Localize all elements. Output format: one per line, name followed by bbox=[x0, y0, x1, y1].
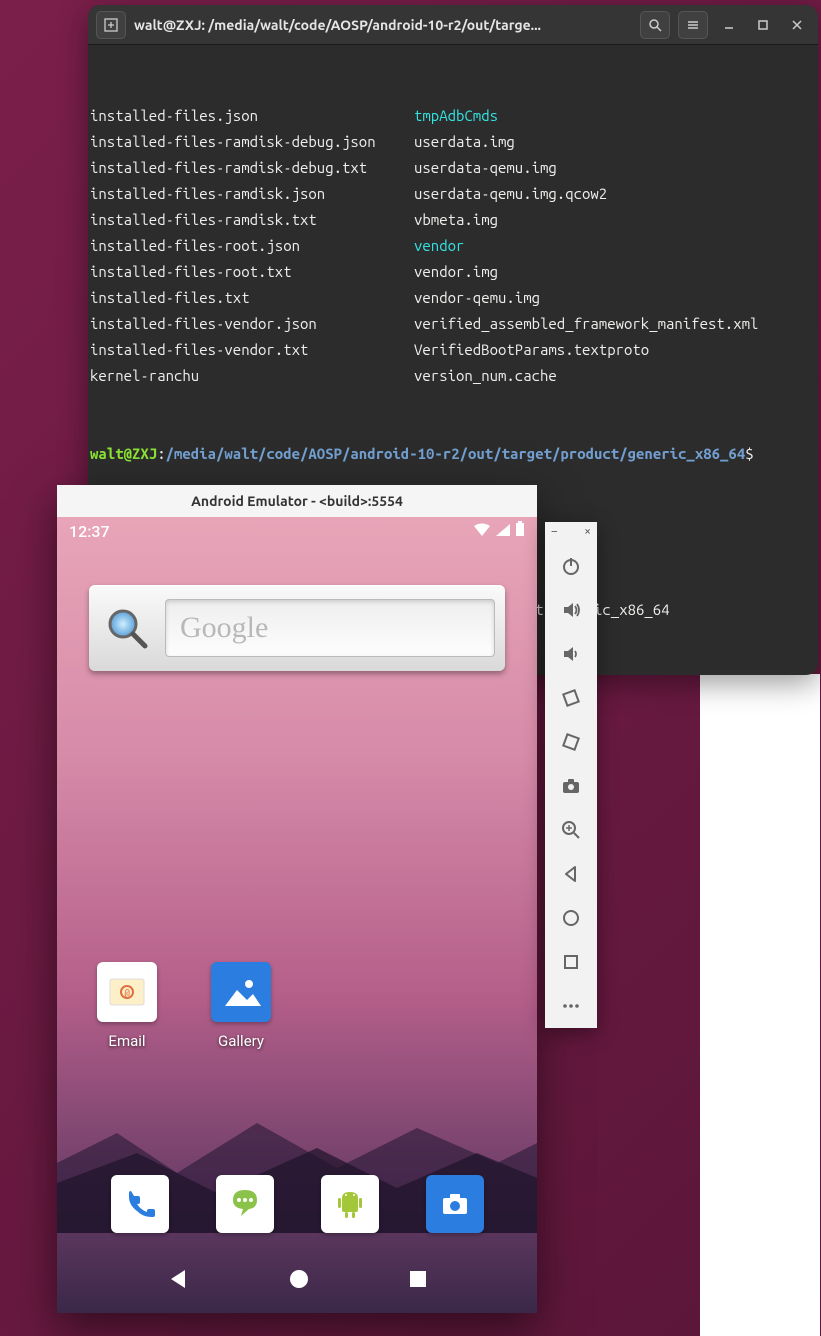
file-entry: installed-files.txt bbox=[90, 285, 414, 311]
emulator-title: Android Emulator - <build>:5554 bbox=[57, 485, 537, 517]
nav-bar bbox=[57, 1249, 537, 1313]
terminal-title: walt@ZXJ: /media/walt/code/AOSP/android-… bbox=[134, 17, 632, 33]
dock-phone[interactable] bbox=[111, 1175, 169, 1233]
file-entry: installed-files-vendor.json bbox=[90, 311, 414, 337]
nav-recent[interactable] bbox=[407, 1268, 429, 1294]
file-entry: installed-files-root.json bbox=[90, 233, 414, 259]
home-button[interactable] bbox=[552, 896, 590, 940]
app-label: Gallery bbox=[218, 1032, 264, 1050]
rotate-right-button[interactable] bbox=[552, 720, 590, 764]
dock-messages[interactable] bbox=[216, 1175, 274, 1233]
svg-text:@: @ bbox=[124, 987, 130, 998]
file-entry: version_num.cache bbox=[414, 363, 557, 389]
minimize-button[interactable] bbox=[716, 12, 742, 38]
emulator-screen[interactable]: 12:37 Google @ Email bbox=[57, 517, 537, 1313]
nav-home[interactable] bbox=[287, 1267, 311, 1295]
file-entry: vbmeta.img bbox=[414, 207, 498, 233]
prompt-user: walt@ZXJ bbox=[90, 445, 157, 462]
signal-icon bbox=[495, 522, 511, 541]
file-entry: vendor-qemu.img bbox=[414, 285, 540, 311]
prompt-path: /media/walt/code/AOSP/android-10-r2/out/… bbox=[166, 445, 746, 462]
new-tab-button[interactable] bbox=[96, 11, 126, 39]
screenshot-button[interactable] bbox=[552, 764, 590, 808]
app-label: Email bbox=[108, 1032, 145, 1050]
search-widget[interactable]: Google bbox=[89, 585, 505, 671]
file-entry: vendor bbox=[414, 233, 464, 259]
file-entry: userdata-qemu.img bbox=[414, 155, 557, 181]
menu-button[interactable] bbox=[678, 11, 708, 39]
search-icon bbox=[99, 600, 155, 656]
rotate-left-button[interactable] bbox=[552, 676, 590, 720]
terminal-titlebar: walt@ZXJ: /media/walt/code/AOSP/android-… bbox=[88, 5, 818, 45]
file-entry: kernel-ranchu bbox=[90, 363, 414, 389]
back-button[interactable] bbox=[552, 852, 590, 896]
file-entry: verified_assembled_framework_manifest.xm… bbox=[414, 311, 758, 337]
file-entry: tmpAdbCmds bbox=[414, 103, 498, 129]
zoom-button[interactable] bbox=[552, 808, 590, 852]
clock: 12:37 bbox=[69, 522, 110, 541]
dock bbox=[57, 1175, 537, 1233]
volume-down-button[interactable] bbox=[552, 632, 590, 676]
app-gallery[interactable]: Gallery bbox=[211, 962, 271, 1050]
file-entry: installed-files-ramdisk.json bbox=[90, 181, 414, 207]
battery-icon bbox=[515, 521, 525, 541]
dock-camera[interactable] bbox=[426, 1175, 484, 1233]
file-entry: installed-files-vendor.txt bbox=[90, 337, 414, 363]
volume-up-button[interactable] bbox=[552, 588, 590, 632]
file-entry: installed-files-ramdisk.txt bbox=[90, 207, 414, 233]
close-button[interactable] bbox=[784, 12, 810, 38]
search-button[interactable] bbox=[640, 11, 670, 39]
toolbar-close[interactable]: × bbox=[584, 525, 591, 541]
file-entry: installed-files-ramdisk-debug.txt bbox=[90, 155, 414, 181]
toolbar-minimize[interactable]: − bbox=[551, 525, 558, 541]
app-email[interactable]: @ Email bbox=[97, 962, 157, 1050]
home-apps: @ Email Gallery bbox=[97, 962, 271, 1050]
power-button[interactable] bbox=[552, 544, 590, 588]
file-entry: vendor.img bbox=[414, 259, 498, 285]
search-input[interactable]: Google bbox=[165, 599, 495, 657]
emulator-window: Android Emulator - <build>:5554 12:37 bbox=[57, 485, 537, 1313]
file-entry: userdata-qemu.img.qcow2 bbox=[414, 181, 607, 207]
nav-back[interactable] bbox=[165, 1266, 191, 1296]
emulator-toolbar: − × bbox=[545, 522, 597, 1028]
maximize-button[interactable] bbox=[750, 12, 776, 38]
file-entry: userdata.img bbox=[414, 129, 515, 155]
file-entry: installed-files-ramdisk-debug.json bbox=[90, 129, 414, 155]
file-entry: installed-files.json bbox=[90, 103, 414, 129]
status-bar: 12:37 bbox=[57, 517, 537, 545]
background-white-pane bbox=[700, 674, 820, 1336]
dock-apps[interactable] bbox=[321, 1175, 379, 1233]
file-entry: VerifiedBootParams.textproto bbox=[414, 337, 649, 363]
more-button[interactable] bbox=[552, 984, 590, 1028]
overview-button[interactable] bbox=[552, 940, 590, 984]
file-entry: installed-files-root.txt bbox=[90, 259, 414, 285]
wifi-icon bbox=[473, 522, 491, 541]
